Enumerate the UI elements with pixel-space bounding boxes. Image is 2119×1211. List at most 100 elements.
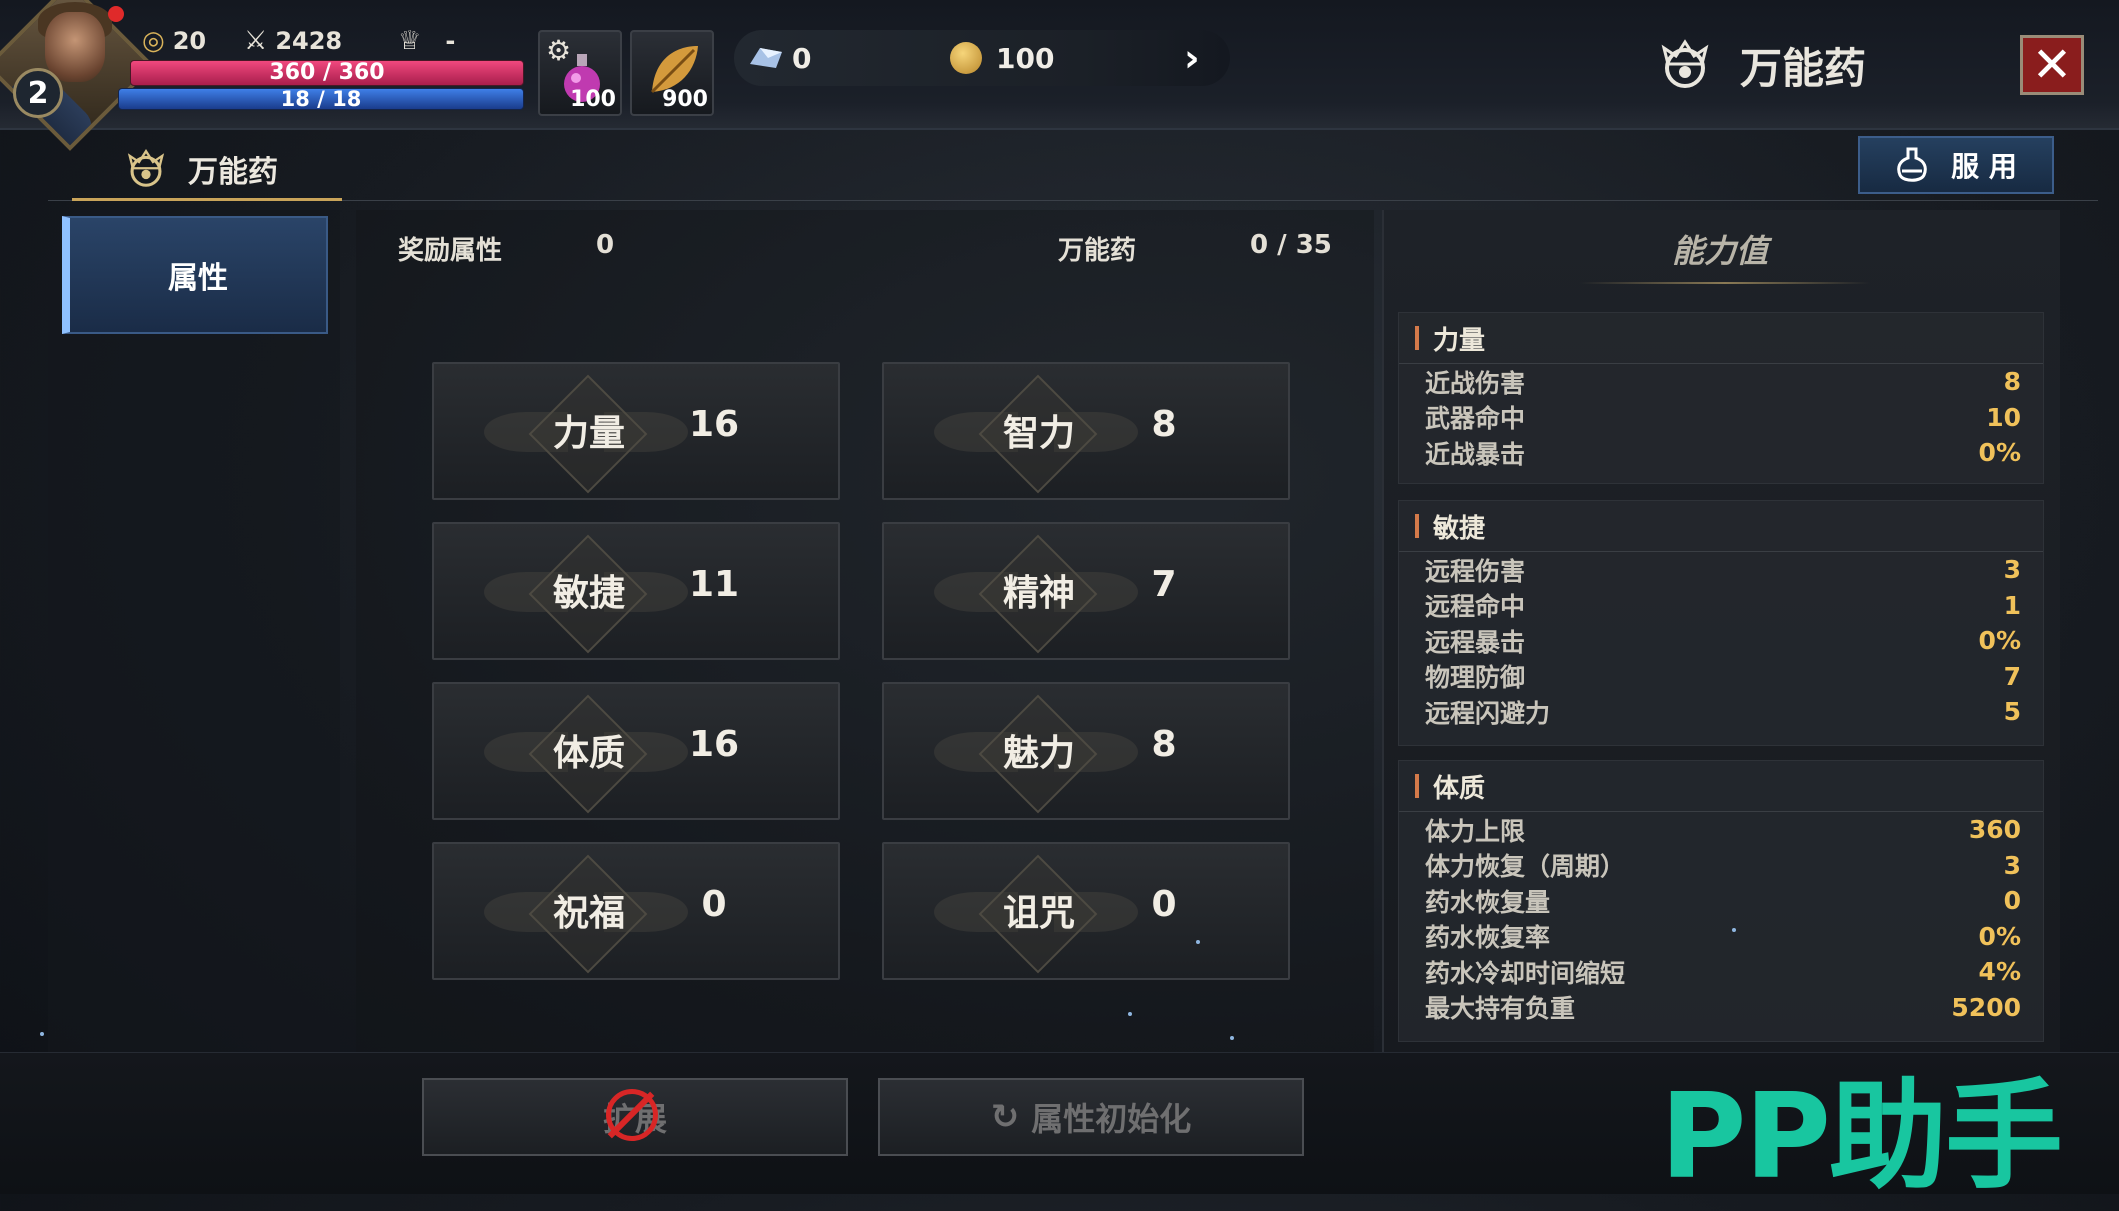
group-title: 体质 — [1433, 773, 1486, 804]
group-marker — [1415, 774, 1419, 798]
panacea-tab-icon — [127, 149, 165, 187]
subheader-divider — [48, 200, 2098, 201]
ability-row: 远程伤害 3 — [1399, 552, 2043, 588]
use-button-label: 服 用 — [1951, 150, 2017, 183]
tab-underline — [72, 198, 342, 201]
stat-name: 魅力 — [1002, 733, 1075, 774]
ability-value: 3 — [2003, 555, 2021, 585]
stat-value: 0 — [1151, 884, 1177, 925]
tab-attributes[interactable]: 属性 — [62, 216, 328, 334]
close-icon: ✕ — [2031, 37, 2073, 93]
ability-value: 7 — [2003, 661, 2021, 691]
mp-text: 18 / 18 — [280, 87, 362, 111]
ability-value: 10 — [1986, 402, 2021, 432]
sparkle-decor — [1732, 928, 1736, 932]
stat-name: 智力 — [1002, 413, 1075, 454]
ability-label: 远程闪避力 — [1425, 698, 1551, 728]
hp-bar: 360 / 360 — [130, 60, 524, 86]
ability-label: 远程伤害 — [1425, 556, 1526, 586]
avatar-face — [45, 12, 105, 82]
use-button[interactable]: 服 用 — [1858, 136, 2054, 194]
ability-group-strength: 力量 近战伤害 8 武器命中 10 近战暴击 0% — [1398, 312, 2044, 484]
combat-power-value: 2428 — [275, 27, 343, 55]
refresh-icon: ↻ — [990, 1097, 1020, 1137]
stat-name: 精神 — [1002, 573, 1075, 614]
group-header: 敏捷 — [1399, 501, 2043, 552]
ability-panel-title: 能力值 — [1671, 232, 1768, 270]
ability-value: 0 — [2003, 886, 2021, 916]
ability-row: 武器命中 10 — [1399, 400, 2043, 436]
ability-label: 药水冷却时间缩短 — [1425, 958, 1626, 988]
tab-panacea[interactable]: 万能药 — [72, 136, 342, 202]
sparkle-decor — [1196, 940, 1200, 944]
crossed-swords-icon: ⚔ — [244, 26, 268, 56]
chevron-right-icon[interactable]: › — [1184, 36, 1200, 80]
stat-card-spirit[interactable]: 精神 7 — [882, 522, 1290, 660]
combat-power-stat: ⚔ 2428 — [244, 26, 342, 56]
flask-icon — [1897, 147, 1927, 182]
stamina-stat: ◎ 20 — [142, 26, 206, 56]
stat-name: 诅咒 — [1002, 893, 1075, 934]
stat-card-intelligence[interactable]: 智力 8 — [882, 362, 1290, 500]
stat-value: 8 — [1151, 724, 1177, 765]
hp-text: 360 / 360 — [269, 60, 385, 85]
stat-name: 体质 — [552, 733, 625, 774]
ability-row: 物理防御 7 — [1399, 659, 2043, 695]
group-marker — [1415, 326, 1419, 350]
ability-label: 最大持有负重 — [1425, 994, 1576, 1024]
reset-attributes-button[interactable]: ↻ 属性初始化 — [878, 1078, 1304, 1156]
stat-card-charisma[interactable]: 魅力 8 — [882, 682, 1290, 820]
left-tab-column — [48, 210, 340, 1052]
stat-card-agility[interactable]: 敏捷 11 — [432, 522, 840, 660]
stat-name: 力量 — [552, 413, 625, 454]
gold-coin-icon — [950, 42, 982, 74]
panacea-count-label: 万能药 — [1058, 236, 1137, 266]
stat-card-blessing[interactable]: 祝福 0 — [432, 842, 840, 980]
ability-row: 药水冷却时间缩短 4% — [1399, 954, 2043, 990]
ability-value: 0% — [1978, 438, 2021, 468]
ability-row: 远程暴击 0% — [1399, 623, 2043, 659]
sparkle-decor — [40, 1032, 44, 1036]
group-header: 力量 — [1399, 313, 2043, 364]
potion-count: 100 — [570, 87, 616, 112]
ability-label: 近战伤害 — [1425, 368, 1526, 398]
tab-panacea-label: 万能药 — [188, 155, 278, 190]
close-button[interactable]: ✕ — [2020, 35, 2084, 95]
sparkle-decor — [1128, 1012, 1132, 1016]
ability-row: 体力上限 360 — [1399, 812, 2043, 848]
stat-card-constitution[interactable]: 体质 16 — [432, 682, 840, 820]
stat-value: 0 — [701, 884, 727, 925]
ability-value: 5 — [2003, 697, 2021, 727]
stat-card-strength[interactable]: 力量 16 — [432, 362, 840, 500]
ability-label: 远程命中 — [1425, 592, 1526, 622]
ability-value: 0% — [1978, 626, 2021, 656]
ability-row: 近战伤害 8 — [1399, 364, 2043, 400]
ability-value: 4% — [1978, 957, 2021, 987]
ability-value: 1 — [2003, 590, 2021, 620]
window-title-text: 万能药 — [1740, 43, 1867, 93]
stat-card-curse[interactable]: 诅咒 0 — [882, 842, 1290, 980]
quick-slot-leaf[interactable]: 900 — [630, 30, 714, 116]
mp-bar: 18 / 18 — [118, 88, 524, 110]
tab-attributes-label: 属性 — [168, 261, 228, 296]
ability-label: 远程暴击 — [1425, 627, 1526, 657]
ability-value: 8 — [2003, 367, 2021, 397]
ability-value: 360 — [1968, 815, 2021, 845]
title-ornament — [1580, 282, 1870, 284]
rank-stat: ♕ - — [398, 26, 455, 56]
ability-row: 远程闪避力 5 — [1399, 694, 2043, 730]
gem-icon — [750, 48, 782, 68]
ability-label: 近战暴击 — [1425, 439, 1526, 469]
level-badge: 2 — [13, 68, 63, 118]
currency-bar: 0 100 › — [734, 30, 1230, 86]
ability-label: 药水恢复率 — [1425, 923, 1551, 953]
ability-label: 武器命中 — [1425, 404, 1526, 434]
stat-value: 16 — [688, 404, 740, 445]
gold-value: 100 — [996, 42, 1055, 75]
gem-value: 0 — [792, 42, 812, 75]
ability-row: 最大持有负重 5200 — [1399, 990, 2043, 1026]
quick-slot-potion[interactable]: ⚙ 100 — [538, 30, 622, 116]
ability-value: 0% — [1978, 921, 2021, 951]
stamina-value: 20 — [172, 27, 207, 55]
group-marker — [1415, 514, 1419, 538]
